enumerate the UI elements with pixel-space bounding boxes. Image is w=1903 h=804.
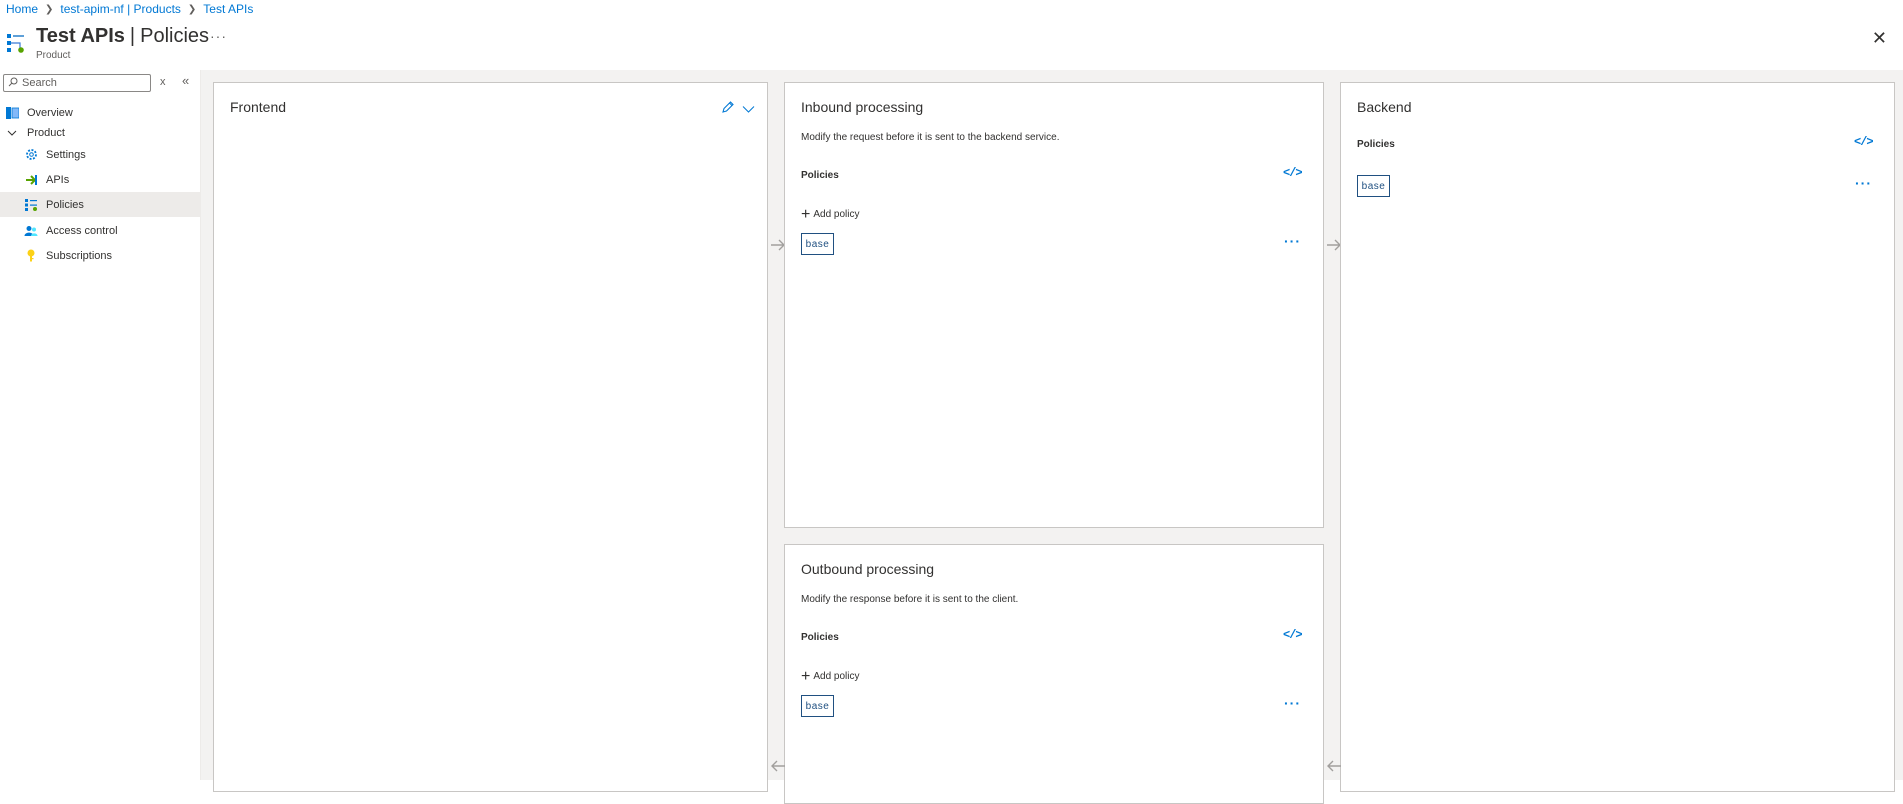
plus-icon: + — [801, 205, 811, 223]
code-view-icon[interactable]: </> — [1283, 166, 1303, 180]
clear-search-icon[interactable]: x — [160, 76, 166, 88]
key-icon — [24, 249, 38, 263]
inbound-add-policy-button[interactable]: + Add policy — [801, 205, 860, 223]
edit-pencil-icon[interactable] — [721, 100, 735, 119]
breadcrumb-test-apis[interactable]: Test APIs — [203, 2, 253, 16]
code-view-icon[interactable]: </> — [1283, 628, 1303, 642]
add-policy-label: Add policy — [813, 209, 860, 220]
outbound-more-icon[interactable]: ··· — [1284, 695, 1301, 711]
sidebar-item-policies[interactable]: Policies — [0, 192, 201, 217]
chevron-down-icon — [5, 126, 19, 140]
outbound-base-policy[interactable]: base — [801, 695, 834, 717]
inbound-panel: Inbound processing Modify the request be… — [784, 82, 1324, 528]
close-button[interactable]: ✕ — [1872, 28, 1887, 49]
add-policy-label: Add policy — [813, 671, 860, 682]
inbound-description: Modify the request before it is sent to … — [801, 132, 1060, 143]
outbound-add-policy-button[interactable]: + Add policy — [801, 667, 860, 685]
sidebar-item-label: Access control — [46, 224, 118, 237]
backend-title: Backend — [1357, 99, 1412, 115]
inbound-policies-label: Policies — [801, 170, 839, 181]
sidebar-item-label: Subscriptions — [46, 249, 113, 262]
sidebar: x « Overview Product Settings APIs Polic… — [0, 70, 201, 780]
sidebar-item-label: Overview — [27, 106, 73, 119]
page-title-resource: Test APIs — [36, 25, 125, 47]
more-actions-icon[interactable]: ··· — [210, 28, 227, 44]
plus-icon: + — [801, 667, 811, 685]
sidebar-item-label: APIs — [46, 173, 70, 186]
people-icon — [24, 224, 38, 238]
sidebar-item-label: Product — [27, 126, 65, 139]
breadcrumb-separator: ❯ — [45, 3, 54, 15]
search-box[interactable] — [3, 74, 151, 92]
chevron-down-icon[interactable] — [742, 101, 755, 119]
sidebar-item-settings[interactable]: Settings — [0, 142, 201, 167]
sidebar-item-label: Policies — [46, 198, 84, 211]
search-input[interactable] — [22, 77, 142, 89]
policies-icon — [24, 198, 38, 212]
page-subtitle: Product — [36, 50, 71, 61]
api-arrow-icon — [24, 173, 38, 187]
inbound-base-policy[interactable]: base — [801, 233, 834, 255]
breadcrumb-separator: ❯ — [187, 3, 197, 15]
sidebar-item-access-control[interactable]: Access control — [0, 218, 201, 243]
collapse-sidebar-icon[interactable]: « — [182, 73, 189, 88]
page-title-separator: | — [129, 25, 136, 47]
code-view-icon[interactable]: </> — [1854, 135, 1874, 149]
overview-icon — [5, 106, 19, 120]
breadcrumb-products[interactable]: test-apim-nf | Products — [60, 2, 181, 16]
page-header: Test APIs | Policies Product ··· ✕ — [0, 22, 1903, 70]
outbound-policies-label: Policies — [801, 632, 839, 643]
flow-arrow-left-icon — [1326, 759, 1342, 778]
outbound-panel: Outbound processing Modify the response … — [784, 544, 1324, 804]
page-title: Test APIs | Policies — [36, 25, 209, 48]
page-title-section: Policies — [140, 25, 210, 47]
frontend-panel: Frontend — [213, 82, 768, 792]
sidebar-item-apis[interactable]: APIs — [0, 167, 201, 192]
backend-policies-label: Policies — [1357, 139, 1395, 150]
sidebar-item-subscriptions[interactable]: Subscriptions — [0, 243, 201, 268]
outbound-description: Modify the response before it is sent to… — [801, 594, 1019, 605]
product-icon — [6, 32, 26, 54]
policy-canvas: Frontend Inbound processing Modify the r… — [201, 70, 1903, 804]
breadcrumb-home[interactable]: Home — [6, 2, 38, 16]
breadcrumb: Home ❯ test-apim-nf | Products ❯ Test AP… — [6, 2, 253, 16]
backend-base-policy[interactable]: base — [1357, 175, 1390, 197]
search-icon — [8, 74, 18, 92]
outbound-title: Outbound processing — [801, 561, 935, 577]
gear-icon — [24, 148, 38, 162]
sidebar-item-label: Settings — [46, 148, 86, 161]
inbound-title: Inbound processing — [801, 99, 924, 115]
frontend-title: Frontend — [230, 99, 287, 115]
backend-panel: Backend Policies </> base ··· — [1340, 82, 1895, 792]
backend-more-icon[interactable]: ··· — [1855, 175, 1872, 191]
flow-arrow-left-icon — [770, 759, 786, 778]
inbound-more-icon[interactable]: ··· — [1284, 233, 1301, 249]
